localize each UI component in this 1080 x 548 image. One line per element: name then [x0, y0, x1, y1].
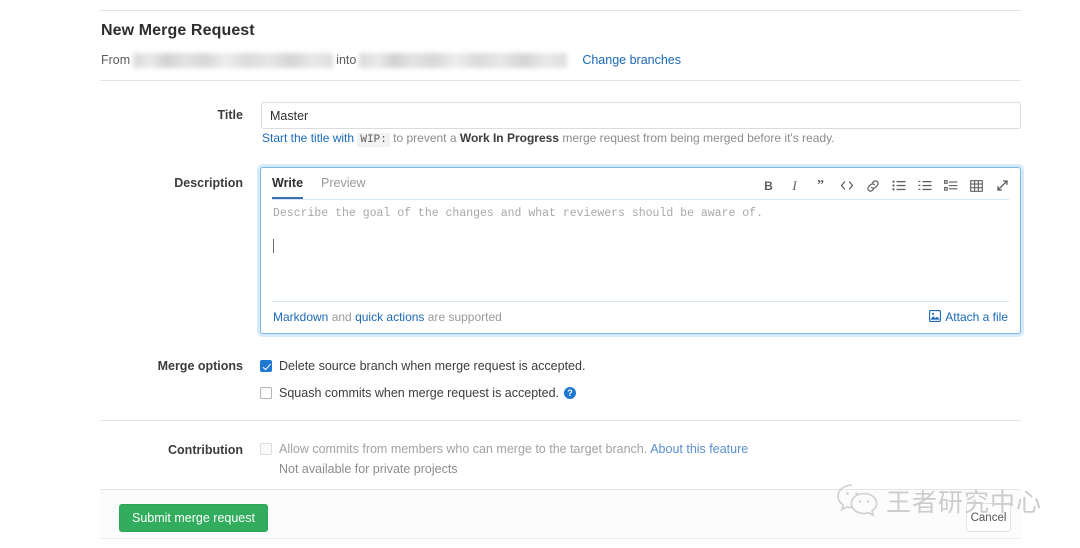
submit-merge-request-button[interactable]: Submit merge request: [119, 504, 268, 532]
squash-commits-label: Squash commits when merge request is acc…: [279, 386, 559, 400]
about-this-feature-link[interactable]: About this feature: [650, 442, 748, 456]
text-caret: [273, 239, 274, 253]
description-editor: Write Preview B I ” Describe the goal of…: [260, 167, 1021, 334]
divider-branches: [100, 80, 1021, 81]
numbered-list-icon[interactable]: [917, 178, 932, 193]
markdown-link[interactable]: Markdown: [273, 310, 328, 324]
contribution-note: Not available for private projects: [279, 462, 458, 476]
allow-commits-checkbox: [260, 443, 272, 455]
divider-contribution: [100, 420, 1021, 421]
allow-commits-label: Allow commits from members who can merge…: [279, 442, 648, 456]
target-branch-redacted: [359, 52, 568, 68]
squash-commits-checkbox[interactable]: [260, 387, 272, 399]
markdown-note: Markdown and quick actions are supported: [273, 310, 502, 324]
attach-file-label: Attach a file: [945, 310, 1008, 324]
merge-option-squash-commits[interactable]: Squash commits when merge request is acc…: [260, 386, 576, 400]
delete-source-branch-label: Delete source branch when merge request …: [279, 359, 586, 373]
page-title: New Merge Request: [101, 22, 255, 39]
title-hint-end: merge request from being merged before i…: [558, 131, 835, 145]
italic-icon[interactable]: I: [787, 178, 802, 193]
table-icon[interactable]: [969, 178, 984, 193]
delete-source-branch-checkbox[interactable]: [260, 360, 272, 372]
markdown-toolbar: B I ”: [761, 178, 1010, 199]
description-footer: Markdown and quick actions are supported…: [262, 302, 1019, 332]
supported-text: are supported: [424, 310, 502, 324]
from-label: From: [101, 53, 131, 67]
tab-preview[interactable]: Preview: [321, 176, 365, 199]
fullscreen-icon[interactable]: [995, 178, 1010, 193]
top-divider: [100, 10, 1021, 11]
description-placeholder: Describe the goal of the changes and wha…: [273, 207, 763, 220]
tab-write[interactable]: Write: [272, 176, 304, 199]
title-hint: Start the title with WIP: to prevent a W…: [262, 131, 835, 147]
new-merge-request-page: New Merge Request From into Change branc…: [0, 0, 1080, 548]
squash-help-icon[interactable]: ?: [564, 387, 576, 399]
and-text: and: [328, 310, 356, 324]
source-branch-redacted: [133, 52, 334, 68]
title-input[interactable]: [261, 102, 1021, 129]
editor-tabs: Write Preview: [272, 168, 384, 199]
link-icon[interactable]: [865, 178, 880, 193]
cancel-button[interactable]: Cancel: [966, 503, 1011, 532]
contribution-option: Allow commits from members who can merge…: [260, 442, 748, 456]
description-header: Write Preview B I ”: [261, 168, 1020, 199]
title-hint-mid: to prevent a: [389, 131, 460, 145]
change-branches-link[interactable]: Change branches: [582, 53, 681, 67]
wip-hint-link[interactable]: Start the title with: [262, 131, 354, 145]
code-icon[interactable]: [839, 178, 854, 193]
bold-icon[interactable]: B: [761, 178, 776, 193]
description-textarea[interactable]: Describe the goal of the changes and wha…: [262, 200, 1019, 301]
branch-summary: From into Change branches: [101, 50, 1021, 70]
description-label: Description: [174, 176, 243, 190]
title-label: Title: [217, 108, 243, 122]
task-list-icon[interactable]: [943, 178, 958, 193]
merge-options-label: Merge options: [157, 359, 243, 373]
quote-icon[interactable]: ”: [813, 178, 828, 193]
into-label: into: [336, 53, 357, 67]
footer-bottom-divider: [100, 538, 1021, 539]
attach-file-button[interactable]: Attach a file: [929, 309, 1008, 325]
wip-code: WIP:: [357, 133, 390, 147]
title-hint-bold: Work In Progress: [459, 131, 559, 145]
merge-option-delete-source-branch[interactable]: Delete source branch when merge request …: [260, 359, 585, 373]
quick-actions-link[interactable]: quick actions: [355, 310, 424, 324]
contribution-label: Contribution: [168, 443, 243, 457]
attach-image-icon: [929, 309, 942, 325]
bullet-list-icon[interactable]: [891, 178, 906, 193]
